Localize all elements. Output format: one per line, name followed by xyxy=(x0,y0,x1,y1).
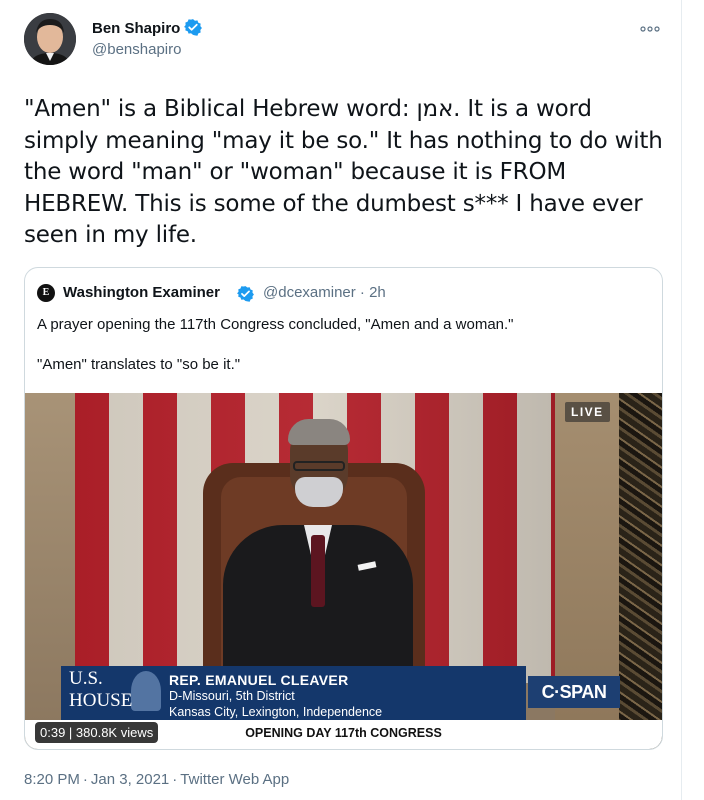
speaker-district: D-Missouri, 5th District xyxy=(169,689,295,703)
quoted-author-name[interactable]: Washington Examiner xyxy=(63,284,220,301)
author-name[interactable]: Ben Shapiro xyxy=(92,18,203,40)
tweet-timestamp[interactable]: 8:20 PM · Jan 3, 2021 · Twitter Web App xyxy=(24,771,289,788)
verified-badge-icon xyxy=(237,285,254,307)
washington-examiner-logo-icon: E xyxy=(37,284,55,302)
quoted-author-handle[interactable]: @dcexaminer · 2h xyxy=(263,284,386,301)
tweet-text: "Amen" is a Biblical Hebrew word: אמן. I… xyxy=(24,96,663,248)
video-duration-views: 0:39 | 380.8K views xyxy=(35,722,159,743)
author-name-text[interactable]: Ben Shapiro xyxy=(92,20,180,37)
tweet-date[interactable]: Jan 3, 2021 xyxy=(91,771,169,788)
speaker-places: Kansas City, Lexington, Independence xyxy=(169,705,383,719)
author-handle[interactable]: @benshapiro xyxy=(92,41,181,58)
tweet-time[interactable]: 8:20 PM xyxy=(24,771,80,788)
more-options-icon[interactable] xyxy=(640,20,660,35)
quoted-tweet[interactable]: E Washington Examiner @dcexaminer · 2h A… xyxy=(24,267,663,750)
tweet-source[interactable]: Twitter Web App xyxy=(180,771,289,788)
live-badge: LIVE xyxy=(565,402,610,422)
avatar-portrait xyxy=(24,13,76,65)
video-player[interactable]: LIVE U.S. HOUSE REP. EMANUEL CLEAVER D-M… xyxy=(25,393,662,749)
quoted-tweet-text-2: "Amen" translates to "so be it." xyxy=(37,356,241,373)
avatar[interactable] xyxy=(24,13,76,65)
speaker-name: REP. EMANUEL CLEAVER xyxy=(169,672,349,688)
quoted-tweet-text: A prayer opening the 117th Congress conc… xyxy=(37,316,514,333)
tweet-container: Ben Shapiro @benshapiro "Amen" is a Bibl… xyxy=(0,0,682,800)
us-house-logo: U.S. HOUSE xyxy=(69,669,161,717)
cspan-logo: C·SPAN xyxy=(528,676,620,708)
verified-badge-icon xyxy=(184,18,203,40)
capitol-dome-icon xyxy=(131,671,161,711)
